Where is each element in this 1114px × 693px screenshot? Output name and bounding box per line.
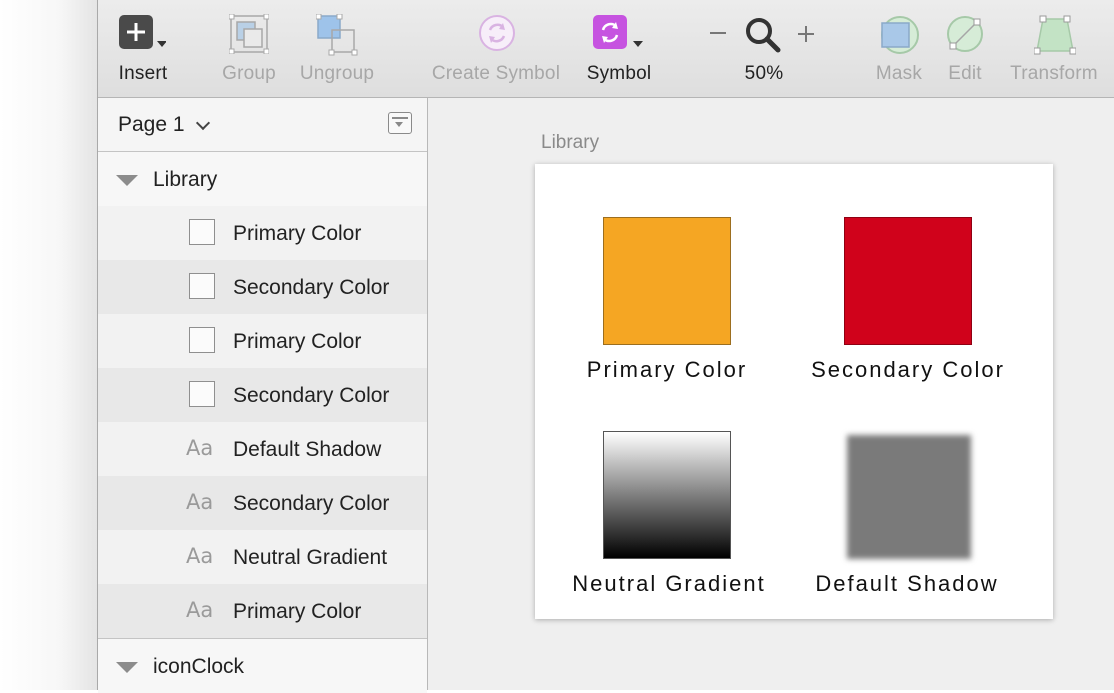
page-title: Page 1 xyxy=(118,113,185,136)
primary-color-swatch[interactable] xyxy=(603,217,731,345)
artboard-title[interactable]: Library xyxy=(541,132,599,154)
toolbar: Insert Group Ungroup Create Symbol Symbo… xyxy=(98,0,1114,98)
edit-label: Edit xyxy=(948,63,982,84)
group-label: Group xyxy=(222,63,276,84)
symbol-label: Symbol xyxy=(586,63,652,84)
edit-icon xyxy=(947,16,983,52)
default-shadow-swatch[interactable] xyxy=(847,435,971,559)
text-layer-icon: Aa xyxy=(186,436,214,460)
rectangle-layer-icon xyxy=(189,273,215,299)
swatch-label[interactable]: Primary Color xyxy=(537,357,797,383)
create-symbol-icon xyxy=(479,15,515,51)
layer-row[interactable]: Primary Color xyxy=(98,314,427,368)
swatch-label[interactable]: Neutral Gradient xyxy=(539,571,799,597)
layer-row[interactable]: Secondary Color xyxy=(98,260,427,314)
symbol-button[interactable]: Symbol xyxy=(576,0,662,97)
text-layer-icon: Aa xyxy=(186,544,214,568)
disclosure-triangle-icon[interactable] xyxy=(116,175,138,186)
layer-label: Secondary Color xyxy=(233,492,390,515)
layer-group-iconclock[interactable]: iconClock xyxy=(98,638,427,693)
desktop-background xyxy=(0,0,98,690)
neutral-gradient-swatch[interactable] xyxy=(603,431,731,559)
layers-sidebar: Page 1 Library Primary Color Secondary C… xyxy=(98,98,428,693)
transform-button[interactable]: Transform xyxy=(1004,0,1104,97)
layer-group-label: Library xyxy=(153,168,218,191)
group-button[interactable]: Group xyxy=(216,0,282,97)
zoom-control: 50% xyxy=(704,0,824,97)
symbol-icon xyxy=(593,15,643,49)
disclosure-triangle-icon[interactable] xyxy=(116,662,138,673)
rectangle-layer-icon xyxy=(189,381,215,407)
layer-label: Primary Color xyxy=(233,600,362,623)
layer-label: Neutral Gradient xyxy=(233,546,388,569)
text-layer-icon: Aa xyxy=(186,598,214,622)
canvas[interactable]: Library Primary Color Secondary Color Ne… xyxy=(428,98,1114,690)
secondary-color-swatch[interactable] xyxy=(844,217,972,345)
insert-button[interactable]: Insert xyxy=(108,0,178,97)
layer-group-label: iconClock xyxy=(153,655,245,678)
group-icon xyxy=(229,14,269,54)
mask-label: Mask xyxy=(875,63,923,84)
mask-icon xyxy=(881,16,919,54)
transform-label: Transform xyxy=(1010,63,1098,84)
chevron-down-icon xyxy=(195,115,211,131)
layer-label: Primary Color xyxy=(233,222,362,245)
insert-icon xyxy=(119,15,166,49)
layer-row[interactable]: Secondary Color xyxy=(98,368,427,422)
layer-row[interactable]: Aa Neutral Gradient xyxy=(98,530,427,584)
layer-row[interactable]: Aa Default Shadow xyxy=(98,422,427,476)
rectangle-layer-icon xyxy=(189,327,215,353)
layer-row[interactable]: Aa Primary Color xyxy=(98,584,427,638)
transform-icon xyxy=(1034,15,1076,55)
layer-label: Default Shadow xyxy=(233,438,382,461)
layer-row[interactable]: Primary Color xyxy=(98,206,427,260)
swatch-label[interactable]: Default Shadow xyxy=(777,571,1037,597)
mask-button[interactable]: Mask xyxy=(866,0,932,97)
layer-row[interactable]: Aa Secondary Color xyxy=(98,476,427,530)
artboard-library[interactable]: Primary Color Secondary Color Neutral Gr… xyxy=(535,164,1053,619)
create-symbol-button[interactable]: Create Symbol xyxy=(424,0,568,97)
zoom-level: 50% xyxy=(744,63,784,84)
zoom-magnifier-icon[interactable] xyxy=(744,16,782,54)
zoom-out-icon[interactable] xyxy=(710,32,726,34)
page-selector[interactable]: Page 1 xyxy=(98,98,427,152)
ungroup-button[interactable]: Ungroup xyxy=(294,0,380,97)
ungroup-icon xyxy=(316,14,358,56)
layer-label: Secondary Color xyxy=(233,276,390,299)
insert-label: Insert xyxy=(118,63,168,84)
zoom-in-icon[interactable] xyxy=(797,25,815,43)
layer-label: Primary Color xyxy=(233,330,362,353)
swatch-label[interactable]: Secondary Color xyxy=(778,357,1038,383)
pages-toggle-icon[interactable] xyxy=(388,112,412,134)
app-window: Insert Group Ungroup Create Symbol Symbo… xyxy=(97,0,1114,693)
rectangle-layer-icon xyxy=(189,219,215,245)
layer-label: Secondary Color xyxy=(233,384,390,407)
layer-group-library[interactable]: Library xyxy=(98,152,427,207)
ungroup-label: Ungroup xyxy=(299,63,375,84)
text-layer-icon: Aa xyxy=(186,490,214,514)
edit-button[interactable]: Edit xyxy=(936,0,994,97)
create-symbol-label: Create Symbol xyxy=(431,63,561,84)
